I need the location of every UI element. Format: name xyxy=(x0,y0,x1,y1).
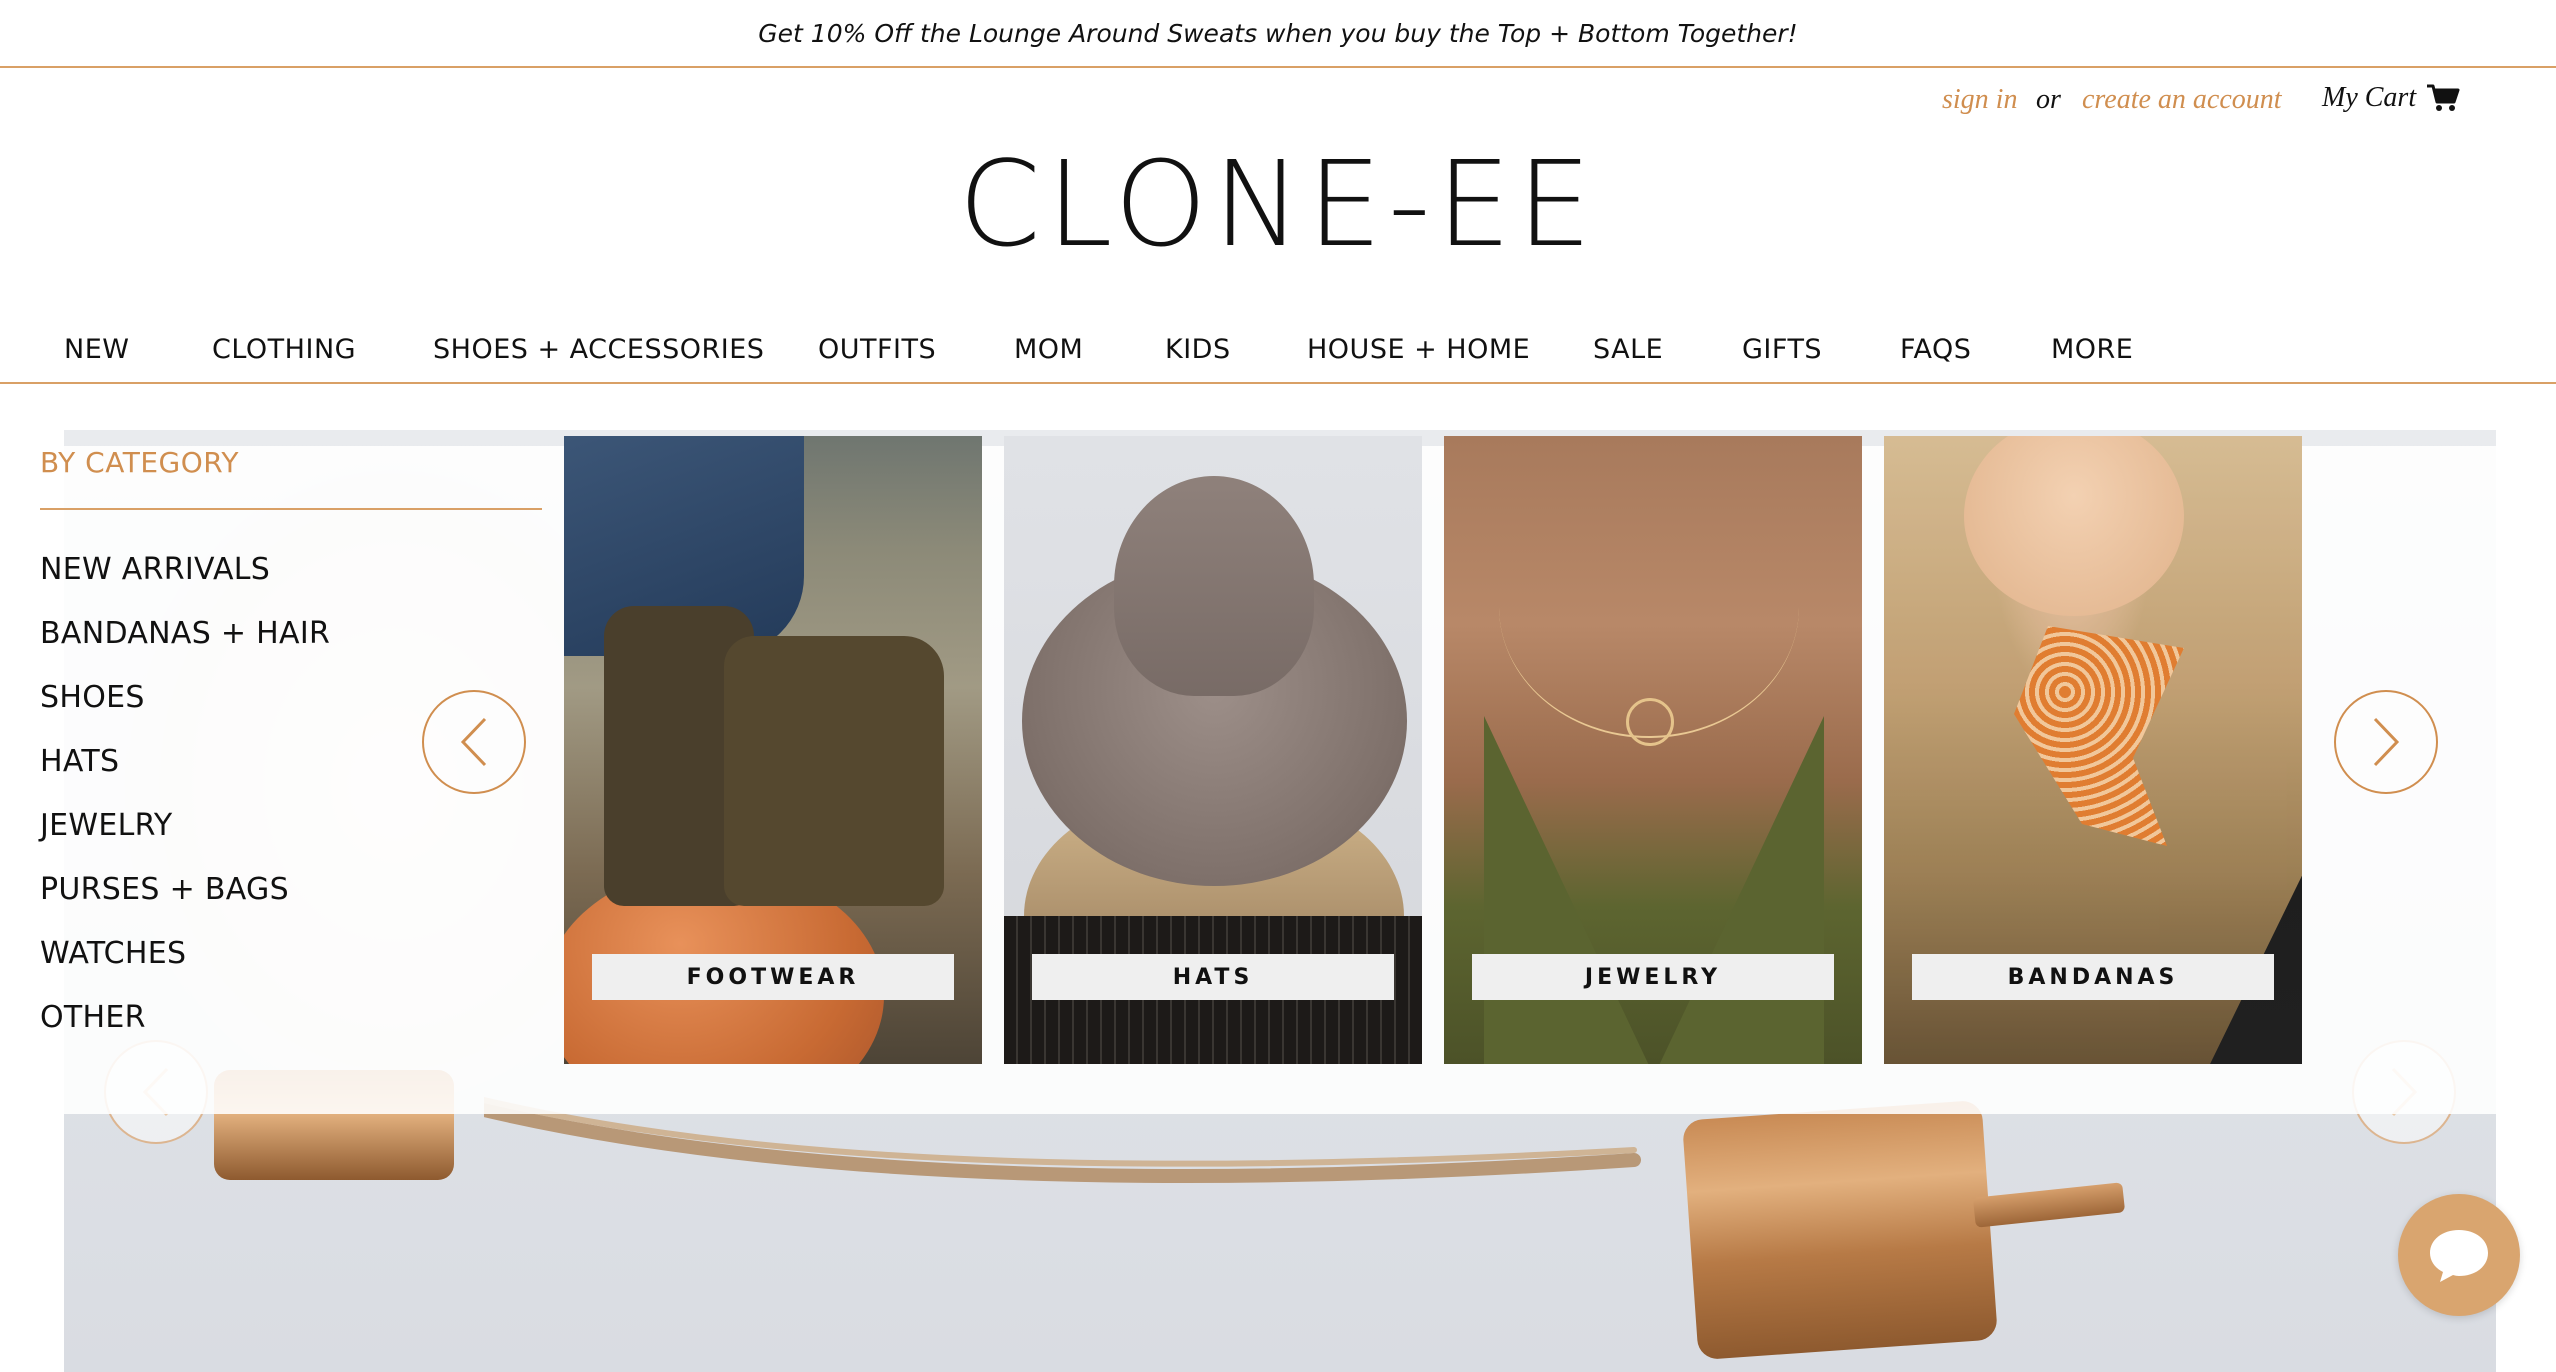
category-divider xyxy=(40,508,542,510)
category-list: NEW ARRIVALS BANDANAS + HAIR SHOES HATS … xyxy=(40,548,330,1060)
tile-label-jewelry: JEWELRY xyxy=(1472,954,1834,1000)
nav-gifts[interactable]: GIFTS xyxy=(1742,334,1822,365)
tile-hats[interactable]: HATS xyxy=(1004,436,1422,1064)
tile-bandanas[interactable]: BANDANAS xyxy=(1884,436,2302,1064)
category-jewelry[interactable]: JEWELRY xyxy=(40,804,330,868)
announcement-bar: Get 10% Off the Lounge Around Sweats whe… xyxy=(0,0,2556,68)
create-account-link[interactable]: create an account xyxy=(2082,84,2282,116)
shopping-cart-icon xyxy=(2427,84,2460,111)
nav-outfits[interactable]: OUTFITS xyxy=(818,334,936,365)
category-other[interactable]: OTHER xyxy=(40,996,330,1060)
category-watches[interactable]: WATCHES xyxy=(40,932,330,996)
nav-new[interactable]: NEW xyxy=(64,334,129,365)
account-links: sign in or create an account My Cart xyxy=(0,80,2556,124)
nav-faqs[interactable]: FAQS xyxy=(1900,334,1971,365)
category-purses-bags[interactable]: PURSES + BAGS xyxy=(40,868,330,932)
category-hats[interactable]: HATS xyxy=(40,740,330,804)
nav-more[interactable]: MORE xyxy=(2051,334,2133,365)
category-heading: BY CATEGORY xyxy=(40,446,240,479)
nav-clothing[interactable]: CLOTHING xyxy=(212,334,356,365)
cart-link[interactable]: My Cart xyxy=(2322,82,2460,114)
chevron-left-icon xyxy=(460,717,487,767)
tile-label-footwear: FOOTWEAR xyxy=(592,954,954,1000)
tile-footwear[interactable]: FOOTWEAR xyxy=(564,436,982,1064)
site-logo[interactable]: CLONE-EE xyxy=(0,135,2556,273)
nav-kids[interactable]: KIDS xyxy=(1165,334,1231,365)
or-text: or xyxy=(2036,84,2061,115)
nav-house-home[interactable]: HOUSE + HOME xyxy=(1307,334,1530,365)
chat-bubble-icon xyxy=(2430,1230,2488,1282)
cart-label: My Cart xyxy=(2322,82,2417,113)
main-nav: NEW CLOTHING SHOES + ACCESSORIES OUTFITS… xyxy=(0,316,2556,384)
chat-button[interactable] xyxy=(2398,1194,2520,1316)
tile-jewelry[interactable]: JEWELRY xyxy=(1444,436,1862,1064)
tile-label-bandanas: BANDANAS xyxy=(1912,954,2274,1000)
sign-in-link[interactable]: sign in xyxy=(1942,84,2017,116)
chevron-right-icon xyxy=(2373,717,2400,767)
category-new-arrivals[interactable]: NEW ARRIVALS xyxy=(40,548,330,612)
nav-mom[interactable]: MOM xyxy=(1014,334,1083,365)
carousel-prev-button[interactable] xyxy=(422,690,526,794)
bell-image xyxy=(1681,1099,1999,1361)
tile-label-hats: HATS xyxy=(1032,954,1394,1000)
category-bandanas-hair[interactable]: BANDANAS + HAIR xyxy=(40,612,330,676)
nav-shoes-accessories[interactable]: SHOES + ACCESSORIES xyxy=(433,334,764,365)
carousel-next-button[interactable] xyxy=(2334,690,2438,794)
nav-sale[interactable]: SALE xyxy=(1593,334,1663,365)
announcement-text: Get 10% Off the Lounge Around Sweats whe… xyxy=(758,18,1798,48)
category-shoes[interactable]: SHOES xyxy=(40,676,330,740)
